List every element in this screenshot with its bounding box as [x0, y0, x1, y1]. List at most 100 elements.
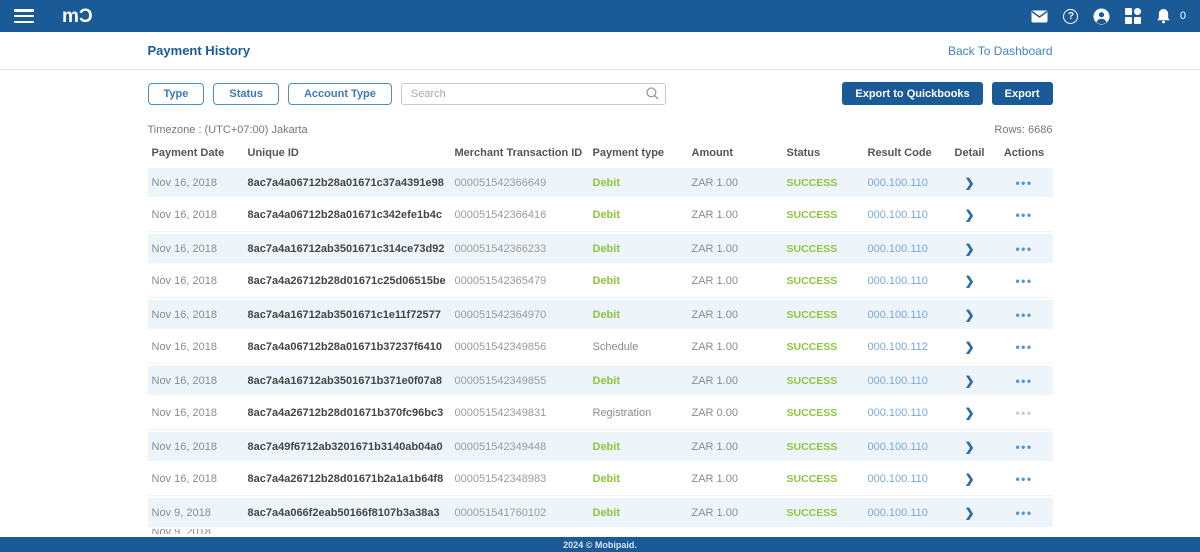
result-code-link[interactable]: 000.100.110 — [864, 507, 944, 519]
rows-count-label: Rows: 6686 — [994, 124, 1052, 136]
amount-cell: ZAR 1.00 — [688, 375, 783, 387]
back-to-dashboard-link[interactable]: Back To Dashboard — [948, 44, 1053, 58]
status-badge: SUCCESS — [783, 309, 864, 321]
payment-type-cell: Debit — [589, 375, 688, 387]
payment-date-cell: Nov 16, 2018 — [148, 341, 244, 353]
table-row: Nov 16, 2018 8ac7a4a06712b28a01671c37a43… — [148, 166, 1053, 199]
actions-menu-icon[interactable]: ••• — [1015, 406, 1032, 420]
merchant-transaction-id-cell: 000051542366233 — [451, 243, 589, 255]
amount-cell: ZAR 1.00 — [688, 177, 783, 189]
account-type-filter-button[interactable]: Account Type — [288, 83, 392, 105]
status-badge: SUCCESS — [783, 275, 864, 287]
menu-icon[interactable] — [14, 9, 34, 23]
mail-icon[interactable] — [1031, 7, 1049, 25]
unique-id-cell: 8ac7a4a06712b28a01671c37a4391e98 — [244, 177, 451, 189]
table-row: Nov 16, 2018 8ac7a4a06712b28a01671b37237… — [148, 331, 1053, 364]
actions-menu-icon[interactable]: ••• — [1015, 242, 1032, 256]
detail-chevron-icon[interactable]: ❯ — [964, 340, 974, 354]
mobipaid-logo[interactable]: mƆ — [62, 7, 93, 26]
export-quickbooks-button[interactable]: Export to Quickbooks — [842, 82, 982, 105]
payment-type-cell: Debit — [589, 243, 688, 255]
notification-count: 0 — [1180, 10, 1186, 22]
type-filter-button[interactable]: Type — [148, 83, 205, 105]
merchant-transaction-id-cell: 000051542349856 — [451, 341, 589, 353]
detail-chevron-icon[interactable]: ❯ — [964, 506, 974, 520]
col-header-payment-type: Payment type — [589, 147, 688, 159]
payment-date-cell: Nov 16, 2018 — [148, 407, 244, 419]
actions-menu-icon[interactable]: ••• — [1015, 506, 1032, 520]
unique-id-cell: 8ac7a4a16712ab3501671c1e11f72577 — [244, 309, 451, 321]
table-row: Nov 16, 2018 8ac7a4a26712b28d01671b2a1a1… — [148, 463, 1053, 496]
search-icon — [646, 87, 659, 100]
table-row: Nov 16, 2018 8ac7a4a06712b28a01671c342ef… — [148, 199, 1053, 232]
payment-type-cell: Schedule — [589, 341, 688, 353]
actions-menu-icon[interactable]: ••• — [1015, 472, 1032, 486]
detail-chevron-icon[interactable]: ❯ — [964, 242, 974, 256]
detail-chevron-icon[interactable]: ❯ — [964, 406, 974, 420]
amount-cell: ZAR 1.00 — [688, 309, 783, 321]
export-button[interactable]: Export — [992, 82, 1053, 105]
detail-chevron-icon[interactable]: ❯ — [964, 472, 974, 486]
result-code-link[interactable]: 000.100.110 — [864, 309, 944, 321]
payment-date-cell: Nov 16, 2018 — [148, 309, 244, 321]
merchant-transaction-id-cell: 000051542366416 — [451, 209, 589, 221]
payment-date-cell: Nov 9, 2018 — [148, 507, 244, 519]
profile-icon[interactable] — [1093, 7, 1111, 25]
result-code-link[interactable]: 000.100.110 — [864, 275, 944, 287]
payment-type-cell: Debit — [589, 309, 688, 321]
notifications-bell-icon[interactable] — [1155, 7, 1173, 25]
result-code-link[interactable]: 000.100.110 — [864, 441, 944, 453]
result-code-link[interactable]: 000.100.110 — [864, 375, 944, 387]
detail-chevron-icon[interactable]: ❯ — [964, 374, 974, 388]
table-row: Nov 9, 2018 8ac7a4a066f2eab50166f8107b3a… — [148, 496, 1053, 529]
actions-menu-icon[interactable]: ••• — [1015, 440, 1032, 454]
detail-chevron-icon[interactable]: ❯ — [964, 308, 974, 322]
merchant-transaction-id-cell: 000051542349855 — [451, 375, 589, 387]
result-code-link[interactable]: 000.100.110 — [864, 209, 944, 221]
result-code-link[interactable]: 000.100.110 — [864, 243, 944, 255]
payment-date-cell: Nov 16, 2018 — [148, 243, 244, 255]
result-code-link[interactable]: 000.100.110 — [864, 407, 944, 419]
detail-chevron-icon[interactable]: ❯ — [964, 440, 974, 454]
copyright-text: 2024 © Mobipaid. — [563, 540, 637, 550]
result-code-link[interactable]: 000.100.110 — [864, 473, 944, 485]
search-input[interactable] — [401, 83, 666, 105]
table-row: Nov 16, 2018 8ac7a4a16712ab3501671b371e0… — [148, 364, 1053, 397]
actions-menu-icon[interactable]: ••• — [1015, 374, 1032, 388]
status-filter-button[interactable]: Status — [213, 83, 279, 105]
table-row: Nov 16, 2018 8ac7a4a26712b28d01671b370fc… — [148, 397, 1053, 430]
table-header-row: Payment Date Unique ID Merchant Transact… — [148, 139, 1053, 166]
status-badge: SUCCESS — [783, 243, 864, 255]
table-row: Nov 16, 2018 8ac7a4a26712b28d01671c25d06… — [148, 265, 1053, 298]
unique-id-cell: 8ac7a4a26712b28d01671c25d06515be — [244, 275, 451, 287]
partial-table-row: Nov 9, 2018 — [148, 529, 1053, 534]
detail-chevron-icon[interactable]: ❯ — [964, 274, 974, 288]
unique-id-cell: 8ac7a4a06712b28a01671c342efe1b4c — [244, 209, 451, 221]
page-title: Payment History — [148, 43, 251, 58]
timezone-label: Timezone : (UTC+07:00) Jakarta — [148, 124, 308, 136]
detail-chevron-icon[interactable]: ❯ — [964, 208, 974, 222]
help-icon[interactable]: ? — [1062, 7, 1080, 25]
amount-cell: ZAR 1.00 — [688, 341, 783, 353]
status-badge: SUCCESS — [783, 177, 864, 189]
result-code-link[interactable]: 000.100.110 — [864, 177, 944, 189]
actions-menu-icon[interactable]: ••• — [1015, 340, 1032, 354]
actions-menu-icon[interactable]: ••• — [1015, 176, 1032, 190]
unique-id-cell: 8ac7a4a16712ab3501671b371e0f07a8 — [244, 375, 451, 387]
amount-cell: ZAR 1.00 — [688, 275, 783, 287]
unique-id-cell: 8ac7a4a066f2eab50166f8107b3a38a3 — [244, 507, 451, 519]
payment-type-cell: Registration — [589, 407, 688, 419]
payment-date-cell: Nov 16, 2018 — [148, 473, 244, 485]
apps-grid-icon[interactable] — [1124, 7, 1142, 25]
status-badge: SUCCESS — [783, 375, 864, 387]
unique-id-cell: 8ac7a4a06712b28a01671b37237f6410 — [244, 341, 451, 353]
detail-chevron-icon[interactable]: ❯ — [964, 176, 974, 190]
payment-type-cell: Debit — [589, 209, 688, 221]
actions-menu-icon[interactable]: ••• — [1015, 208, 1032, 222]
col-header-status: Status — [783, 147, 864, 159]
actions-menu-icon[interactable]: ••• — [1015, 308, 1032, 322]
status-badge: SUCCESS — [783, 473, 864, 485]
actions-menu-icon[interactable]: ••• — [1015, 274, 1032, 288]
result-code-link[interactable]: 000.100.112 — [864, 341, 944, 353]
merchant-transaction-id-cell: 000051542364970 — [451, 309, 589, 321]
